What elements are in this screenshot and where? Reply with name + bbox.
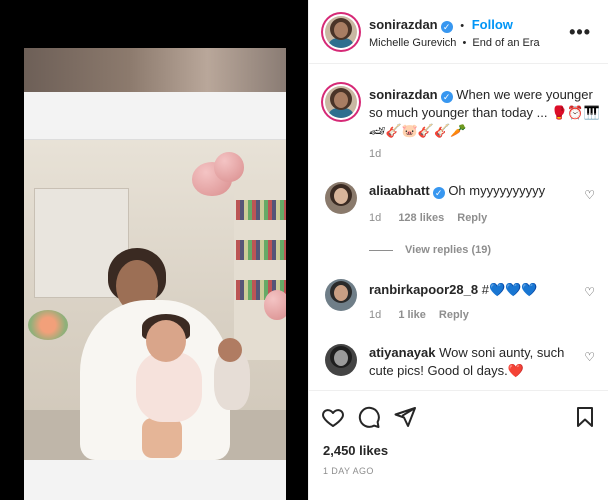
commenter-avatar[interactable] <box>325 182 357 214</box>
post-side-panel: sonirazdan ✓ • Follow Michelle Gurevich •… <box>308 0 608 500</box>
like-comment-heart-icon[interactable]: ♡ <box>584 188 595 202</box>
caption-avatar[interactable] <box>325 86 357 118</box>
like-comment-heart-icon[interactable]: ♡ <box>584 285 595 299</box>
comment-bubble-icon[interactable] <box>357 405 381 429</box>
caption-emojis-1: 🥊⏰🎹 <box>551 105 600 120</box>
comment-text: Oh myyyyyyyyyy <box>448 183 546 198</box>
verified-badge-icon: ✓ <box>440 21 453 33</box>
audio-info[interactable]: Michelle Gurevich • End of an Era <box>369 37 540 49</box>
author-username[interactable]: sonirazdan <box>369 17 438 32</box>
reply-button[interactable]: Reply <box>439 309 469 321</box>
reply-button[interactable]: Reply <box>457 212 487 224</box>
family-photo-scene <box>24 140 286 460</box>
likes-count[interactable]: 2,450 likes <box>323 443 388 458</box>
audio-artist: Michelle Gurevich <box>369 37 457 49</box>
author-avatar[interactable] <box>325 16 357 48</box>
comment-likes[interactable]: 128 likes <box>398 212 444 224</box>
comment-text: #💙💙💙 <box>481 282 538 297</box>
verified-badge-icon: ✓ <box>432 187 445 199</box>
post-date[interactable]: 1 DAY AGO <box>323 466 374 476</box>
commenter-avatar[interactable] <box>325 279 357 311</box>
post-actions: 2,450 likes 1 DAY AGO <box>309 390 608 500</box>
follow-button[interactable]: Follow <box>472 17 513 32</box>
comment-age[interactable]: 1d <box>369 309 381 321</box>
commenter-username[interactable]: aliaabhatt <box>369 183 430 198</box>
caption-age: 1d <box>369 148 382 160</box>
comment-item: ranbirkapoor28_8 #💙💙💙 1d 1 like Reply ♡ <box>309 277 608 327</box>
separator-dot: • <box>460 20 465 32</box>
post-media[interactable] <box>0 0 308 500</box>
polaroid-photo <box>24 48 286 500</box>
caption-username[interactable]: sonirazdan <box>369 87 438 102</box>
polaroid-frame-top <box>24 92 286 140</box>
audio-separator: • <box>462 37 467 49</box>
caption-emojis-2: 🏎🎸🐷🎸🎸🥕 <box>369 123 467 138</box>
view-replies-button[interactable]: View replies (19) <box>369 244 491 256</box>
polaroid-frame-bottom <box>24 460 286 500</box>
photo-top-band <box>24 48 286 92</box>
commenter-avatar[interactable] <box>325 344 357 376</box>
share-paper-plane-icon[interactable] <box>393 405 417 429</box>
save-bookmark-icon[interactable] <box>573 405 597 429</box>
view-replies-label: View replies (19) <box>405 244 492 256</box>
more-options-icon[interactable]: ••• <box>569 22 591 43</box>
comment-age[interactable]: 1d <box>369 212 381 224</box>
like-heart-icon[interactable] <box>321 405 345 429</box>
comment-item: aliaabhatt ✓ Oh myyyyyyyyyy 1d 128 likes … <box>309 180 608 270</box>
commenter-username[interactable]: ranbirkapoor28_8 <box>369 282 478 297</box>
comment-likes[interactable]: 1 like <box>398 309 426 321</box>
comment-item: atiyanayak Wow soni aunty, such cute pic… <box>309 342 608 388</box>
verified-badge-icon: ✓ <box>440 91 453 103</box>
post-header: sonirazdan ✓ • Follow Michelle Gurevich •… <box>309 0 608 64</box>
like-comment-heart-icon[interactable]: ♡ <box>584 350 595 364</box>
audio-song: End of an Era <box>472 37 540 49</box>
commenter-username[interactable]: atiyanayak <box>369 345 436 360</box>
